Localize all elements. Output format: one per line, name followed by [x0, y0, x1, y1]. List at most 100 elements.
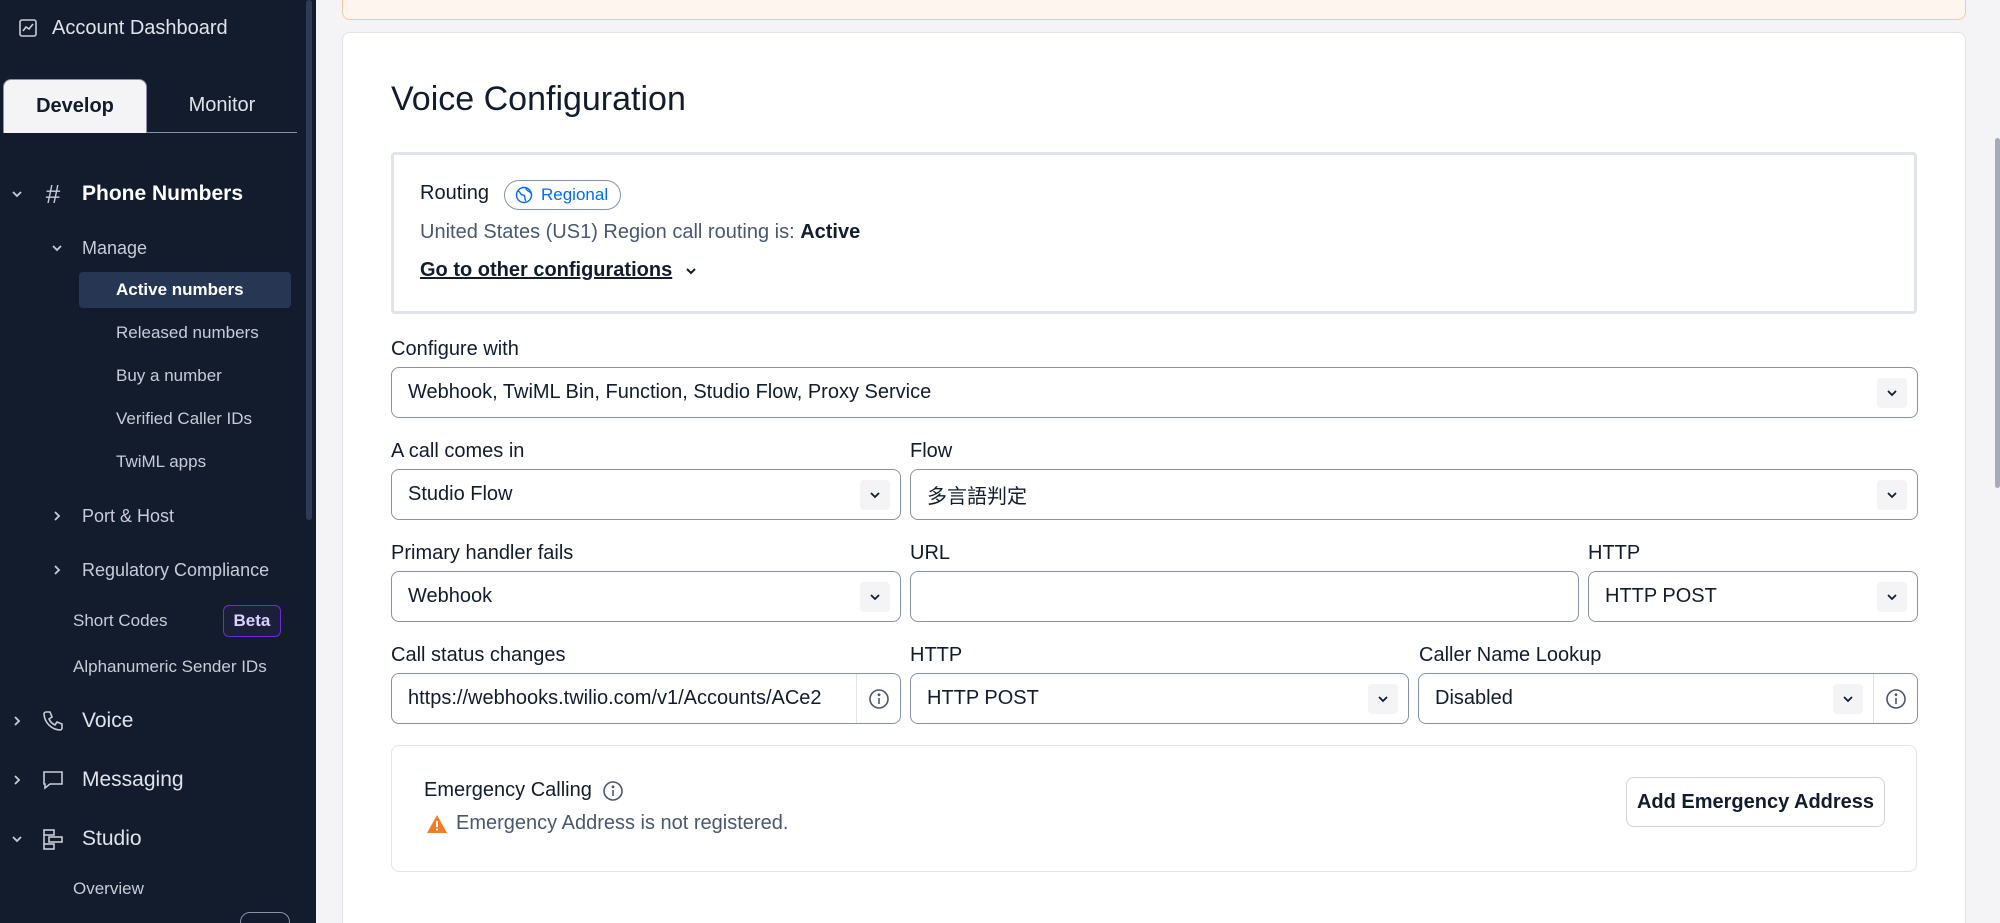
call-status-value: https://webhooks.twilio.com/v1/Accounts/… — [408, 687, 822, 709]
chevron-down-icon — [860, 479, 890, 510]
sidebar-item-label: TwiML apps — [116, 452, 207, 471]
sidebar-item-alphanumeric-sender-ids[interactable]: Alphanumeric Sender IDs — [73, 651, 267, 683]
sidebar-item-label: Overview — [73, 879, 144, 898]
sidebar-item-label: Studio — [82, 827, 142, 850]
caller-name-select[interactable]: Disabled — [1418, 673, 1918, 724]
sidebar-item-studio[interactable]: Studio — [10, 821, 142, 857]
info-icon[interactable] — [602, 780, 624, 802]
account-dashboard-label: Account Dashboard — [52, 16, 228, 39]
sidebar-scrollbar[interactable] — [306, 0, 312, 520]
sidebar-item-label: Messaging — [82, 768, 184, 791]
routing-status-text: United States (US1) Region call routing … — [420, 221, 801, 243]
regional-badge-label: Regional — [541, 185, 609, 204]
chevron-right-icon — [54, 511, 61, 521]
info-icon[interactable] — [856, 674, 900, 723]
emergency-warning-text: Emergency Address is not registered. — [456, 812, 789, 834]
beta-badge: Beta — [222, 605, 282, 637]
tab-monitor[interactable]: Monitor — [147, 79, 297, 133]
sidebar-item-voice[interactable]: Voice — [10, 703, 133, 739]
http-primary-label: HTTP — [1588, 542, 1641, 564]
main-scrollbar[interactable] — [1995, 138, 2000, 488]
chevron-right-icon — [54, 565, 61, 575]
chevron-down-icon — [1877, 377, 1907, 408]
sidebar-item-verified-caller-ids[interactable]: Verified Caller IDs — [79, 401, 291, 437]
http-status-select[interactable]: HTTP POST — [910, 673, 1409, 724]
routing-status-value: Active — [800, 221, 861, 243]
flow-icon — [40, 826, 66, 852]
sidebar-item-label: Short Codes — [73, 611, 168, 630]
http-primary-select[interactable]: HTTP POST — [1588, 571, 1918, 622]
sidebar-item-messaging[interactable]: Messaging — [10, 762, 184, 798]
url-input[interactable] — [910, 571, 1579, 622]
http-primary-value: HTTP POST — [1605, 585, 1717, 607]
sidebar-item-label: Verified Caller IDs — [116, 409, 253, 428]
chevron-down-icon — [686, 267, 696, 274]
develop-monitor-tabs: Develop Monitor — [3, 79, 297, 133]
chevron-right-icon — [14, 775, 21, 785]
call-comes-in-value: Studio Flow — [408, 483, 513, 505]
chevron-down-icon — [12, 836, 22, 843]
sidebar-item-regulatory-compliance[interactable]: Regulatory Compliance — [50, 555, 269, 585]
routing-status: United States (US1) Region call routing … — [420, 221, 860, 244]
tab-develop[interactable]: Develop — [3, 79, 147, 133]
sidebar-item-label: Buy a number — [116, 366, 222, 385]
sidebar-item-twiml-apps[interactable]: TwiML apps — [79, 444, 291, 480]
phone-icon — [40, 708, 66, 734]
primary-handler-select[interactable]: Webhook — [391, 571, 901, 622]
configure-with-value: Webhook, TwiML Bin, Function, Studio Flo… — [408, 381, 932, 403]
emergency-calling-title: Emergency Calling — [424, 779, 592, 801]
primary-handler-value: Webhook — [408, 585, 493, 607]
sidebar-item-label: Active numbers — [116, 280, 244, 299]
caller-name-value: Disabled — [1435, 687, 1513, 709]
sidebar-item-label: Alphanumeric Sender IDs — [73, 657, 267, 676]
chevron-down-icon — [1877, 479, 1907, 510]
chat-bubble-icon — [40, 767, 66, 793]
configure-with-select[interactable]: Webhook, TwiML Bin, Function, Studio Flo… — [391, 367, 1918, 418]
hash-icon: # — [45, 178, 61, 209]
call-status-input[interactable]: https://webhooks.twilio.com/v1/Accounts/… — [391, 673, 901, 724]
add-emergency-address-button[interactable]: Add Emergency Address — [1626, 777, 1885, 827]
info-icon[interactable] — [1873, 674, 1917, 723]
flow-value: 多言語判定 — [927, 486, 1027, 508]
sidebar-item-label: Phone Numbers — [82, 182, 244, 205]
routing-label: Routing — [420, 182, 489, 204]
sidebar-item-released-numbers[interactable]: Released numbers — [79, 315, 291, 351]
http-status-value: HTTP POST — [927, 687, 1039, 709]
chevron-right-icon — [14, 716, 21, 726]
sidebar-collapse-toggle[interactable] — [240, 912, 290, 923]
other-configurations-link[interactable]: Go to other configurations — [420, 259, 698, 282]
notice-banner — [342, 0, 1966, 20]
flow-select[interactable]: 多言語判定 — [910, 469, 1918, 520]
call-comes-in-select[interactable]: Studio Flow — [391, 469, 901, 520]
caller-name-label: Caller Name Lookup — [1419, 644, 1602, 666]
sidebar-item-port-host[interactable]: Port & Host — [50, 501, 174, 531]
chevron-down-icon — [52, 245, 62, 252]
chevron-down-icon — [1833, 683, 1863, 714]
emergency-warning: Emergency Address is not registered. — [426, 812, 788, 835]
sidebar-item-label: Released numbers — [116, 323, 259, 342]
sidebar-item-label: Regulatory Compliance — [82, 559, 270, 580]
sidebar-item-active-numbers[interactable]: Active numbers — [79, 272, 291, 308]
chevron-down-icon — [1877, 581, 1907, 612]
dashboard-chart-icon — [19, 19, 37, 37]
regional-badge: Regional — [504, 180, 622, 210]
http-status-label: HTTP — [910, 644, 963, 666]
url-label: URL — [910, 542, 951, 564]
account-dashboard-link[interactable]: Account Dashboard — [18, 14, 228, 42]
sidebar-item-label: Voice — [82, 709, 134, 732]
globe-icon — [515, 186, 533, 204]
sidebar-item-label: Port & Host — [82, 505, 175, 526]
chevron-down-icon — [860, 581, 890, 612]
sidebar-item-overview[interactable]: Overview — [73, 873, 144, 905]
sidebar: Account Dashboard Develop Monitor # Phon… — [0, 0, 316, 923]
emergency-calling-heading: Emergency Calling — [424, 779, 624, 802]
sidebar-item-phone-numbers[interactable]: # Phone Numbers — [10, 176, 243, 212]
sidebar-item-manage[interactable]: Manage — [50, 233, 147, 263]
sidebar-item-short-codes[interactable]: Short Codes Beta — [73, 605, 282, 637]
chevron-down-icon — [1368, 683, 1398, 714]
other-configurations-label: Go to other configurations — [420, 259, 673, 281]
flow-label: Flow — [910, 440, 953, 462]
call-status-label: Call status changes — [391, 644, 566, 666]
warning-triangle-icon — [427, 814, 447, 833]
sidebar-item-buy-a-number[interactable]: Buy a number — [79, 358, 291, 394]
